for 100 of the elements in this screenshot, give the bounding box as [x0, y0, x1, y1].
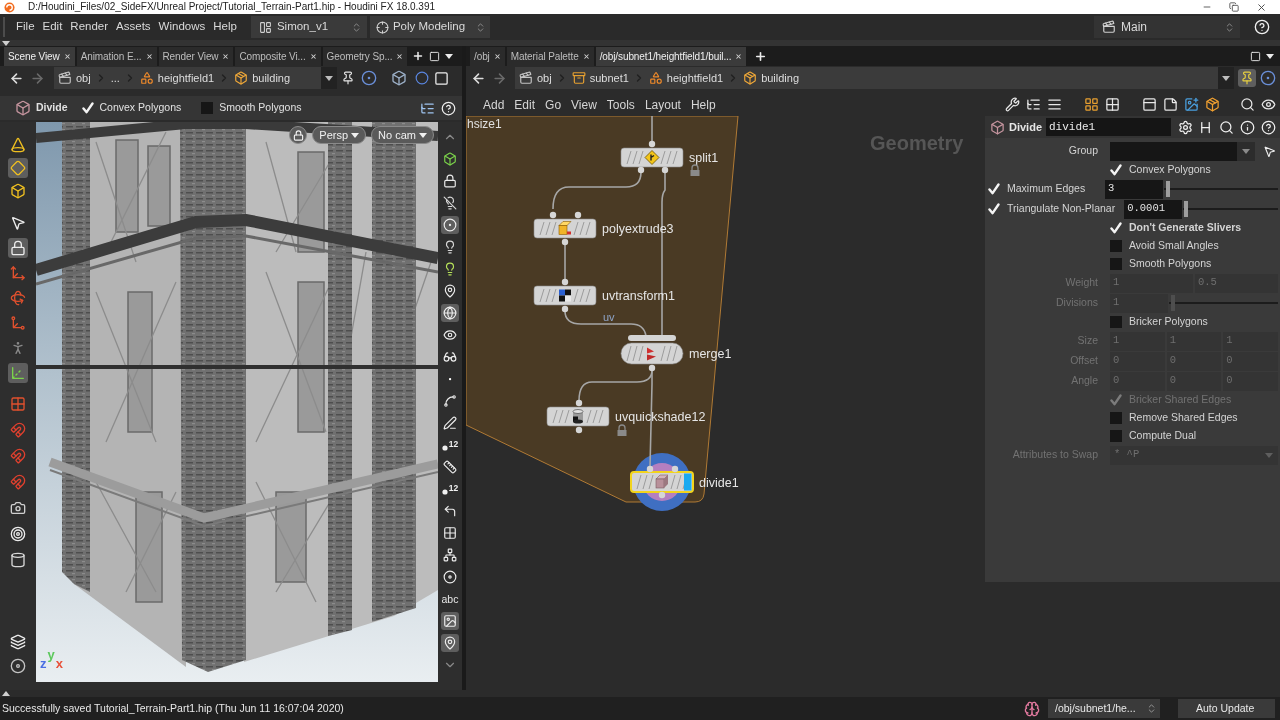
- connector-dot[interactable]: [648, 364, 656, 372]
- menu-item[interactable]: Layout: [639, 93, 686, 116]
- close-icon[interactable]: [222, 53, 230, 60]
- layers-icon[interactable]: [10, 634, 26, 650]
- scale-icon[interactable]: [10, 314, 26, 331]
- cube-icon[interactable]: [15, 100, 31, 116]
- grid-icon[interactable]: [1084, 97, 1099, 112]
- restore-icon[interactable]: [1229, 2, 1239, 12]
- image-icon[interactable]: [441, 612, 459, 630]
- camera-menu[interactable]: No cam: [371, 126, 434, 144]
- close-icon[interactable]: [1256, 1, 1267, 13]
- help-icon[interactable]: [441, 100, 456, 116]
- diamond-icon[interactable]: [8, 157, 28, 178]
- checkbox[interactable]: [1110, 316, 1122, 328]
- close-icon[interactable]: [582, 53, 590, 60]
- pane-tab[interactable]: Composite Vi...: [235, 47, 321, 66]
- lock-icon[interactable]: [443, 174, 457, 188]
- search-icon[interactable]: [1240, 97, 1255, 112]
- connector-dot[interactable]: [575, 399, 583, 407]
- lightbulb-icon[interactable]: [443, 240, 457, 254]
- pane-tab[interactable]: Render View: [158, 47, 234, 66]
- network-box[interactable]: [466, 116, 739, 503]
- slider-handle[interactable]: [1184, 201, 1189, 217]
- square-icon[interactable]: [434, 70, 449, 86]
- pointer-icon[interactable]: [10, 214, 26, 231]
- settings-icon[interactable]: [1178, 119, 1193, 135]
- node-name-field[interactable]: divide1: [1046, 118, 1171, 136]
- connector-dot[interactable]: [648, 140, 656, 148]
- caret-icon[interactable]: [419, 132, 427, 138]
- camera-menu[interactable]: Persp: [312, 126, 367, 144]
- clapperboard-icon[interactable]: [519, 71, 533, 85]
- h-letter-icon[interactable]: [1198, 119, 1213, 135]
- package-icon[interactable]: [1205, 97, 1220, 112]
- list-icon[interactable]: [420, 100, 435, 116]
- caret-icon[interactable]: [351, 132, 360, 138]
- node-body[interactable]: [620, 335, 684, 365]
- add-tab-icon[interactable]: [754, 49, 768, 63]
- checkbox[interactable]: [201, 102, 214, 114]
- sphere-icon[interactable]: [415, 71, 429, 85]
- panel-icon[interactable]: [1142, 97, 1157, 112]
- list-icon[interactable]: [1047, 97, 1062, 112]
- checkbox[interactable]: [1110, 412, 1122, 424]
- connector-dot[interactable]: [575, 426, 583, 434]
- glasses-icon[interactable]: [443, 350, 457, 364]
- dropdown-button[interactable]: [1218, 67, 1234, 89]
- checkbox[interactable]: [1110, 240, 1122, 252]
- tree-icon[interactable]: [1026, 97, 1041, 112]
- forward-arrow-icon[interactable]: [492, 70, 507, 86]
- eye-icon[interactable]: [443, 328, 457, 342]
- connector-dot[interactable]: [658, 491, 666, 499]
- map-pin-icon[interactable]: [441, 634, 459, 652]
- context-menu[interactable]: Main: [1094, 16, 1240, 38]
- connector-dot[interactable]: [549, 211, 557, 219]
- image-icon[interactable]: [1184, 97, 1199, 112]
- info-icon[interactable]: [1240, 119, 1255, 135]
- path-segment[interactable]: building: [739, 67, 804, 89]
- connector-dot[interactable]: [561, 278, 569, 286]
- update-mode-menu[interactable]: Auto Update: [1178, 699, 1275, 718]
- forward-arrow-icon[interactable]: [30, 70, 45, 86]
- axes-icon[interactable]: [8, 362, 28, 383]
- cube-icon[interactable]: [990, 119, 1005, 135]
- collapse-arrow-icon[interactable]: [2, 40, 10, 46]
- clapperboard-icon[interactable]: [1102, 20, 1116, 34]
- path-segment[interactable]: building: [230, 67, 295, 89]
- expand-arrow-icon[interactable]: [2, 691, 10, 696]
- magnet-icon[interactable]: [10, 474, 26, 490]
- cube-icon[interactable]: [443, 152, 457, 166]
- menu-item[interactable]: Assets: [112, 16, 155, 38]
- pane-tab[interactable]: /obj/subnet1/heightfield1/buil...: [595, 47, 747, 66]
- path-segment[interactable]: ...: [106, 67, 124, 89]
- text-tool-button[interactable]: abc: [440, 593, 460, 605]
- menu-item[interactable]: Tools: [601, 93, 640, 116]
- caret-icon[interactable]: [1222, 75, 1230, 81]
- cone-icon[interactable]: [10, 136, 26, 153]
- wire[interactable]: [564, 310, 647, 337]
- menu-item[interactable]: Add: [478, 93, 510, 116]
- path-segment[interactable]: obj: [515, 67, 556, 89]
- close-icon[interactable]: [63, 53, 71, 60]
- menu-item[interactable]: Edit: [509, 93, 541, 116]
- eye-icon[interactable]: [1261, 97, 1276, 112]
- menu-item[interactable]: View: [566, 93, 602, 116]
- lightbulb-off-icon[interactable]: [443, 196, 457, 210]
- number-field[interactable]: 3: [1105, 179, 1163, 199]
- cube-icon[interactable]: [391, 70, 407, 86]
- pane-tab[interactable]: Material Palette: [506, 47, 594, 66]
- shapes-icon[interactable]: [139, 71, 154, 85]
- close-icon[interactable]: [145, 53, 153, 60]
- connector-dot[interactable]: [637, 166, 645, 174]
- caret-icon[interactable]: [325, 75, 333, 81]
- pane-tab[interactable]: /obj: [470, 47, 505, 66]
- magnet-icon[interactable]: [10, 422, 26, 438]
- square-icon[interactable]: [1250, 50, 1261, 62]
- close-icon[interactable]: [309, 53, 317, 60]
- menu-item[interactable]: File: [12, 16, 39, 38]
- package-icon[interactable]: [743, 71, 758, 85]
- layout-icon[interactable]: [258, 20, 272, 34]
- path-segment[interactable]: heightfield1: [135, 67, 219, 89]
- numbers-button[interactable]: 12: [440, 483, 460, 495]
- close-icon[interactable]: [396, 53, 404, 60]
- wire[interactable]: [552, 171, 642, 210]
